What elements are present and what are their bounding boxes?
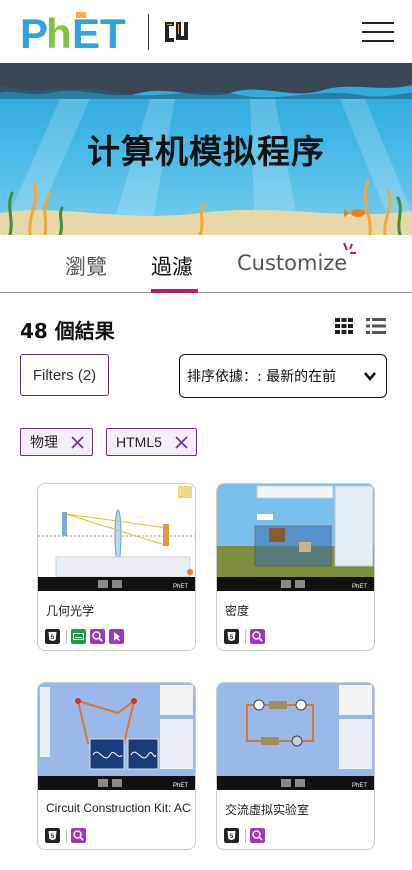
interactive-description-icon [109, 629, 124, 644]
simulation-card[interactable]: PhET Circuit Construction Kit: AC 5 [37, 682, 196, 850]
simulation-thumbnail: PhET [38, 683, 195, 790]
zoom-icon [250, 828, 265, 843]
badge-divider [66, 828, 67, 843]
filter-chip-html5[interactable]: HTML5 [106, 428, 197, 456]
list-view-icon[interactable] [366, 318, 386, 334]
simulation-title: Circuit Construction Kit: AC [46, 801, 191, 815]
simulation-badges: 5 [45, 828, 90, 843]
chevron-down-icon [364, 372, 376, 382]
grid-view-icon[interactable] [335, 318, 353, 334]
svg-text:P: P [20, 12, 48, 52]
simulation-thumbnail: PhET [38, 484, 195, 591]
active-tab-indicator [151, 289, 198, 293]
hamburger-menu-icon[interactable] [362, 22, 394, 42]
svg-text:PhET: PhET [352, 783, 367, 789]
svg-text:PhET: PhET [352, 584, 367, 590]
simulation-badges: 5 [45, 629, 128, 644]
simulation-thumbnail: PhET [217, 683, 374, 790]
tab-filter[interactable]: 過濾 [151, 251, 193, 281]
badge-divider [245, 828, 246, 843]
phet-logo[interactable]: P h E T [20, 12, 136, 52]
simulation-badges: 5 [224, 629, 269, 644]
html5-icon: 5 [224, 629, 239, 644]
close-icon[interactable] [175, 435, 188, 449]
tab-customize[interactable]: Customize [237, 251, 347, 275]
svg-text:PhET: PhET [173, 584, 188, 590]
zoom-icon [250, 629, 265, 644]
svg-text:h: h [46, 12, 72, 52]
filter-chip-physics[interactable]: 物理 [20, 428, 93, 456]
filter-chip-label: HTML5 [116, 434, 162, 450]
simulation-title: 几何光学 [46, 604, 95, 618]
svg-text:PhET: PhET [173, 783, 188, 789]
simulation-thumbnail: PhET [217, 484, 374, 591]
html5-icon: 5 [45, 629, 60, 644]
html5-icon: 5 [224, 828, 239, 843]
page-title: 计算机模拟程序 [87, 132, 325, 171]
filter-chip-label: 物理 [30, 434, 58, 450]
results-count: 48 個結果 [20, 319, 115, 343]
filter-tabs: 瀏覽 過濾 Customize [0, 235, 412, 293]
logo-divider [148, 14, 149, 50]
sparkle-icon [343, 242, 356, 254]
simulation-card[interactable]: PhET 交流虛拟实验室 5 [216, 682, 375, 850]
close-icon[interactable] [71, 435, 84, 449]
sort-selected-value: 排序依據：: 最新的在前 [187, 369, 337, 385]
keyboard-icon [71, 629, 86, 644]
simulation-title: 交流虛拟实验室 [225, 803, 310, 817]
svg-text:T: T [100, 12, 126, 52]
sort-select[interactable]: 排序依據：: 最新的在前 [179, 354, 387, 398]
zoom-icon [71, 828, 86, 843]
badge-divider [66, 629, 67, 644]
simulation-badges: 5 [224, 828, 269, 843]
cu-boulder-logo[interactable] [162, 20, 190, 46]
simulation-title: 密度 [225, 604, 250, 618]
html5-icon: 5 [45, 828, 60, 843]
simulation-card[interactable]: PhET 密度 5 [216, 483, 375, 651]
tab-browse[interactable]: 瀏覽 [65, 251, 107, 281]
badge-divider [245, 629, 246, 644]
hero-banner: 计算机模拟程序 [0, 63, 412, 235]
site-header: P h E T [0, 0, 412, 63]
simulation-card[interactable]: PhET 几何光学 5 [37, 483, 196, 651]
filters-button[interactable]: Filters (2) [20, 354, 109, 396]
zoom-icon [90, 629, 105, 644]
